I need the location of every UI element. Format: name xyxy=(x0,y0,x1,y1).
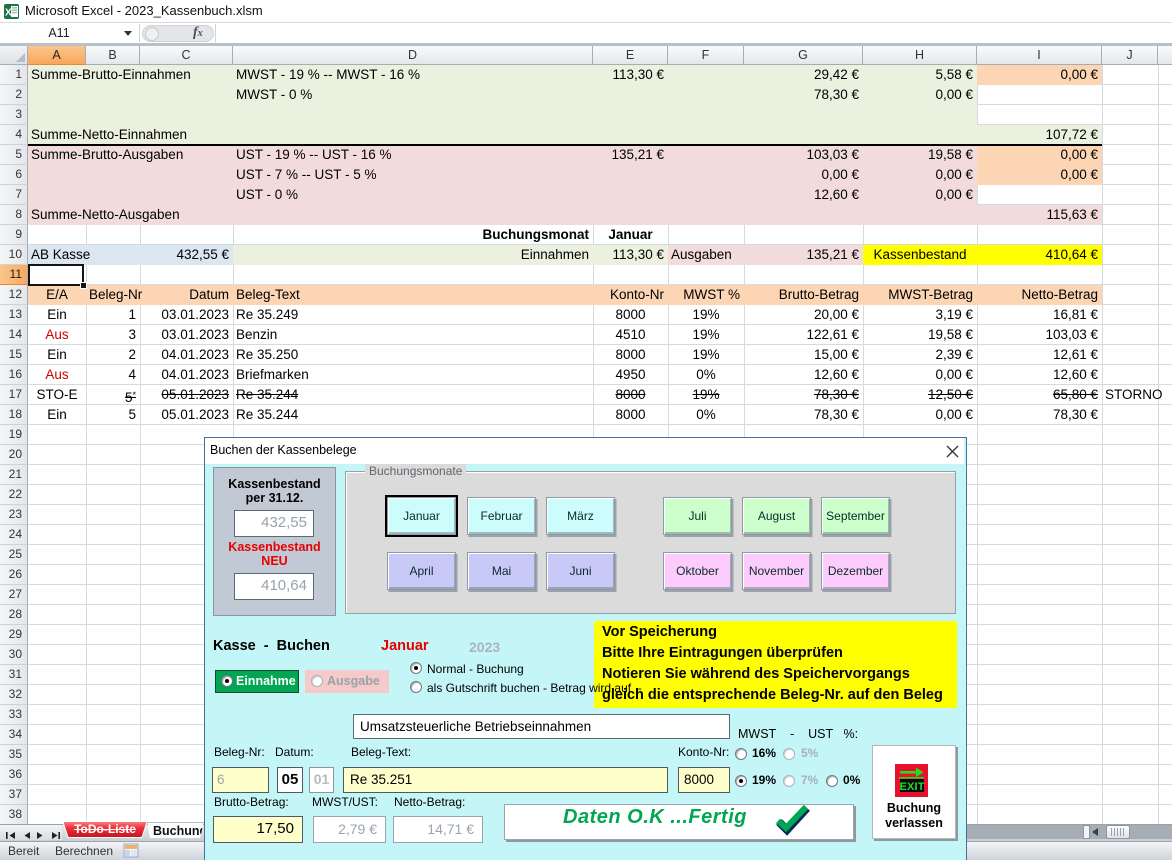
svg-text:EXIT: EXIT xyxy=(900,781,925,793)
svg-text:X: X xyxy=(5,8,12,19)
